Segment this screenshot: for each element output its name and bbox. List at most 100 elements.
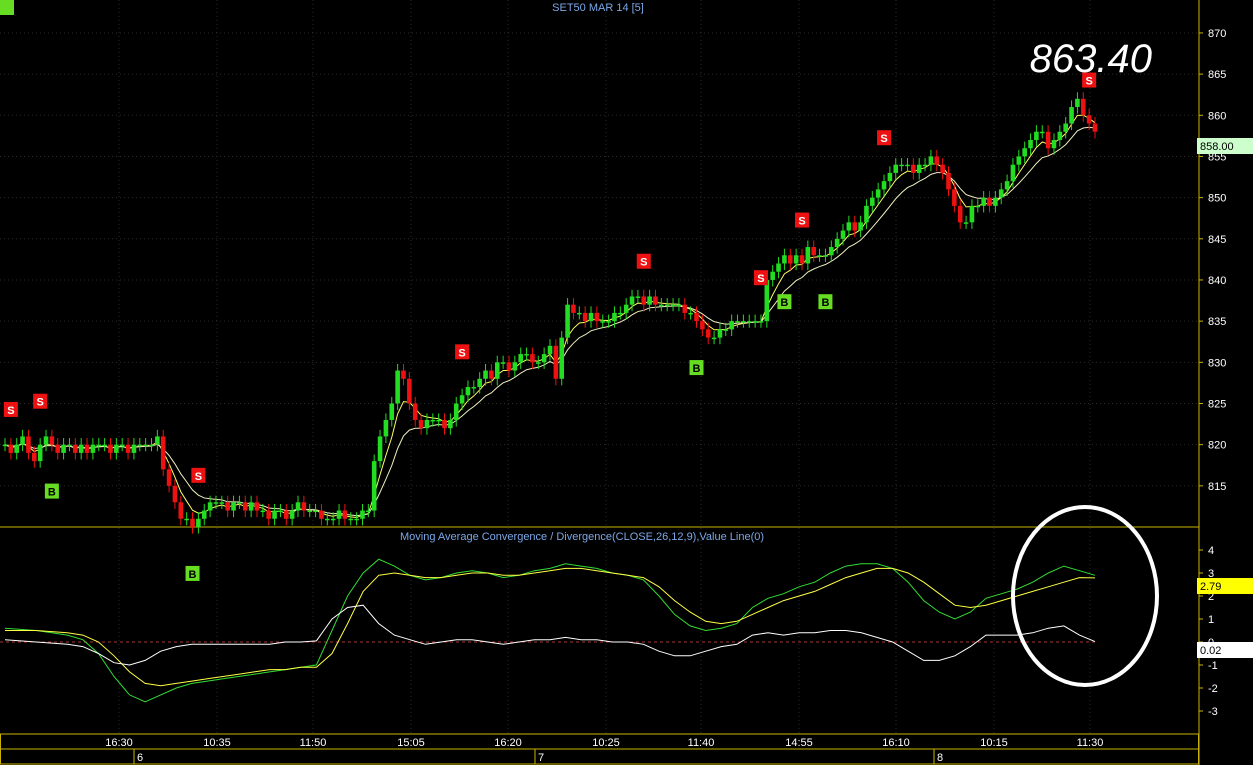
candle-body <box>594 312 600 322</box>
candle-body <box>553 345 559 379</box>
candle-body <box>659 304 664 307</box>
candle-body <box>588 312 594 322</box>
candle-body <box>278 510 283 513</box>
day-label: 8 <box>937 752 943 764</box>
candle-body <box>201 510 207 519</box>
last-price: 863.40 <box>1030 37 1152 81</box>
candle-body <box>1004 181 1010 190</box>
candle-body <box>946 172 951 190</box>
buy-signal-label: B <box>821 297 829 309</box>
candle-body <box>160 436 166 470</box>
candle-body <box>729 321 734 330</box>
candle-body <box>125 444 131 453</box>
candle-body <box>73 444 78 453</box>
candle-body <box>166 469 172 486</box>
candle-body <box>242 502 248 511</box>
candle-body <box>975 205 981 208</box>
price-axis: 815820825830835840845850855860865870-3-2… <box>1199 28 1226 718</box>
candle-body <box>741 321 746 323</box>
candle-body <box>500 362 506 364</box>
candle-body <box>524 354 529 356</box>
candle-body <box>870 197 875 206</box>
price-tick-label: 840 <box>1208 275 1226 287</box>
candle-body <box>612 312 617 322</box>
candle-body <box>530 354 535 363</box>
candle-body <box>325 518 330 521</box>
candle-body <box>442 419 447 429</box>
candle-body <box>653 296 658 305</box>
candle-body <box>207 502 213 511</box>
candle-body <box>577 312 582 315</box>
candle-body <box>711 337 717 340</box>
candle-body <box>899 164 904 167</box>
candle-body <box>881 181 887 190</box>
time-tick-label: 10:35 <box>203 737 231 749</box>
candle-body <box>770 271 775 280</box>
candle-body <box>916 164 922 173</box>
sell-signal-label: S <box>880 133 887 145</box>
sell-signal-label: S <box>640 257 647 269</box>
candle-body <box>149 444 154 447</box>
candle-body <box>746 321 752 323</box>
candle-body <box>219 502 225 504</box>
candle-body <box>213 502 219 504</box>
price-tick-label: 865 <box>1208 69 1226 81</box>
candle-body <box>811 247 817 256</box>
candle-body <box>61 444 66 453</box>
candle-body <box>981 197 986 206</box>
price-tick-label: 830 <box>1208 357 1226 369</box>
time-tick-label: 16:10 <box>882 737 910 749</box>
histogram-line <box>4 604 1096 666</box>
candle-body <box>582 312 588 322</box>
macd-tick-label: -3 <box>1208 706 1218 718</box>
candle-body <box>1039 131 1045 134</box>
candle-body <box>1022 148 1027 157</box>
candle-body <box>49 436 55 445</box>
candle-body <box>518 354 523 363</box>
candle-body <box>987 197 992 206</box>
candle-body <box>1069 107 1074 124</box>
candle-body <box>840 230 846 239</box>
candle-body <box>313 510 318 513</box>
ma-fast-line <box>4 114 1096 519</box>
candle-body <box>805 247 811 264</box>
sell-signal-label: S <box>7 405 14 417</box>
candle-body <box>682 304 688 313</box>
candle-body <box>565 304 570 338</box>
candle-body <box>887 172 893 182</box>
candle-body <box>1034 131 1039 140</box>
time-tick-label: 11:50 <box>300 737 327 749</box>
candle-body <box>1063 123 1068 132</box>
candle-body <box>700 321 705 330</box>
moving-averages <box>4 114 1096 519</box>
candle-body <box>248 502 254 511</box>
buy-signal-label: B <box>780 297 788 309</box>
candle-body <box>272 510 277 519</box>
price-tick-label: 820 <box>1208 440 1226 452</box>
sell-signal-label: S <box>458 347 465 359</box>
candle-body <box>389 403 395 420</box>
candle-body <box>237 502 242 504</box>
chart-title: SET50 MAR 14 [5] <box>552 2 644 14</box>
price-tick-label: 825 <box>1208 398 1226 410</box>
candle-body <box>377 436 383 462</box>
candle-body <box>424 419 430 429</box>
candle-body <box>928 156 934 165</box>
candle-body <box>852 222 858 231</box>
candle-body <box>905 164 910 167</box>
candle-body <box>858 222 863 231</box>
candle-body <box>764 279 770 322</box>
candle-body <box>412 403 418 420</box>
time-tick-label: 11:30 <box>1077 737 1104 749</box>
candle-body <box>430 419 436 422</box>
candle-body <box>26 436 31 453</box>
sell-signal-label: S <box>195 471 202 483</box>
candle-body <box>799 255 805 264</box>
candle-body <box>600 321 606 323</box>
candle-body <box>143 444 148 447</box>
candle-body <box>793 255 799 264</box>
sell-signal-label: S <box>798 216 805 228</box>
candle-body <box>8 444 14 453</box>
chart-canvas[interactable]: 815820825830835840845850855860865870-3-2… <box>0 0 1253 765</box>
candle-body <box>283 510 289 519</box>
